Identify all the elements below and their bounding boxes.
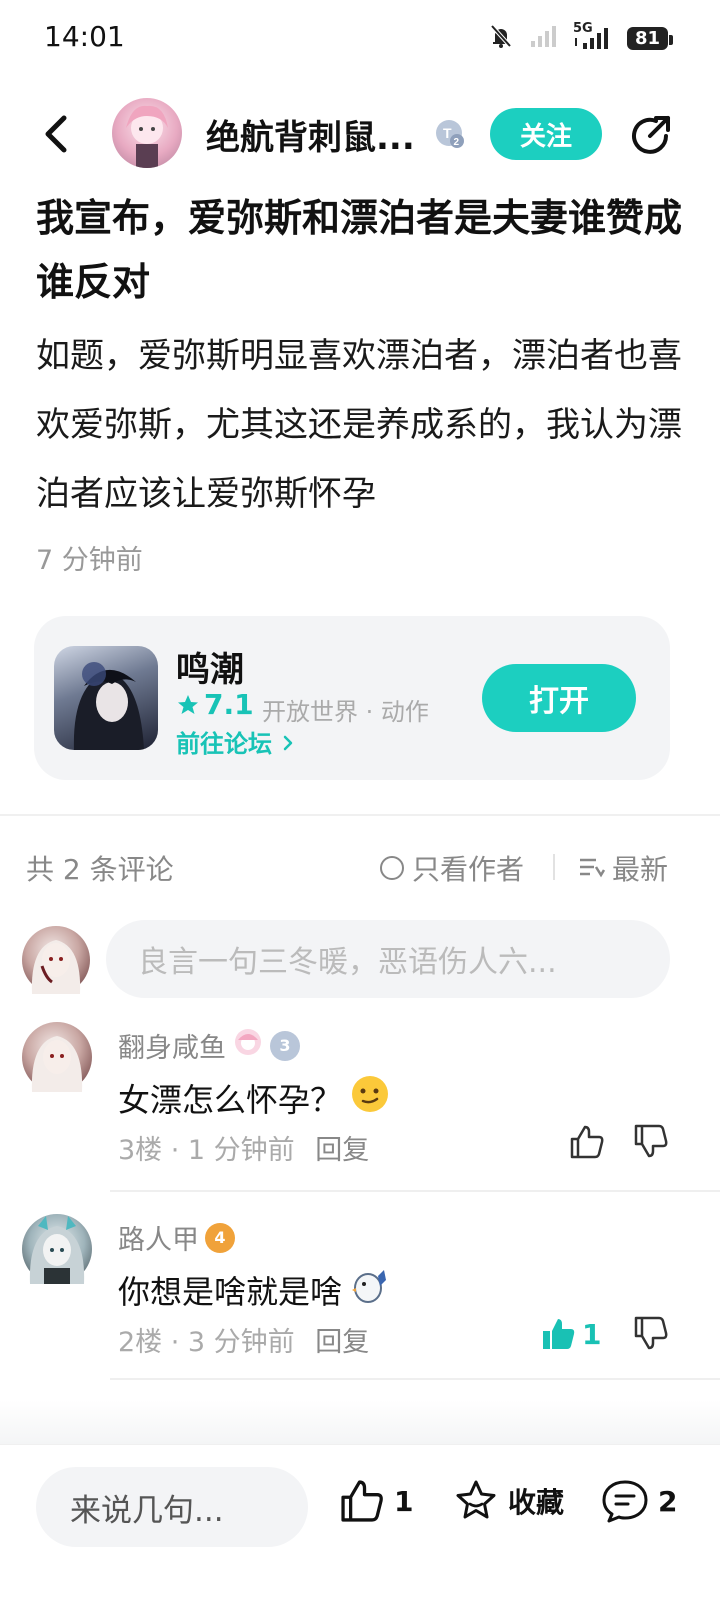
comment-floor-time: 2楼 · 3 分钟前: [118, 1327, 295, 1358]
game-rating-value: 7.1: [204, 688, 254, 721]
forum-link[interactable]: 前往论坛: [176, 724, 296, 759]
comment-divider: [110, 1378, 720, 1380]
thumbs-up-icon: [341, 1480, 383, 1522]
comment-text-row: 你想是啥就是啥: [118, 1266, 390, 1314]
thumbs-down-icon: [634, 1124, 668, 1158]
author-only-toggle[interactable]: 只看作者: [380, 848, 524, 888]
signal-weak-icon: [529, 23, 559, 53]
comment-item: 翻身咸鱼 3 女漂怎么怀孕？ 3楼 · 1 分钟前 回复: [0, 1022, 720, 1212]
open-game-button[interactable]: 打开: [482, 664, 636, 732]
game-card[interactable]: 鸣潮 7.1 开放世界 · 动作 前往论坛 打开: [34, 616, 670, 780]
comment-text: 你想是啥就是啥: [118, 1273, 343, 1311]
avatar-frame-icon: [232, 1026, 264, 1065]
post-title: 我宣布，爱弥斯和漂泊者是夫妻谁赞成谁反对: [36, 196, 683, 304]
sort-button[interactable]: 最新: [578, 848, 668, 888]
chevron-right-icon: [284, 735, 293, 751]
post-body: 如题，爱弥斯明显喜欢漂泊者，漂泊者也喜欢爱弥斯，尤其这还是养成系的，我认为漂泊者…: [36, 336, 682, 514]
thumbs-down-icon: [634, 1316, 668, 1350]
post-like-count: 1: [394, 1484, 414, 1518]
level-badge-icon: 3: [270, 1030, 300, 1061]
commenter-name[interactable]: 翻身咸鱼: [118, 1026, 226, 1065]
mute-bell-icon: [487, 22, 515, 54]
post-like-button[interactable]: 1: [338, 1477, 413, 1525]
comment-floor-time: 3楼 · 1 分钟前: [118, 1135, 295, 1166]
game-icon: [54, 646, 158, 750]
dislike-button[interactable]: [632, 1122, 672, 1162]
share-icon: [632, 116, 670, 154]
back-button[interactable]: [34, 110, 82, 158]
like-button[interactable]: [568, 1122, 610, 1162]
comment-input[interactable]: 良言一句三冬暖，恶语伤人六...: [106, 920, 670, 998]
signal-5g-icon: 5G: [573, 21, 613, 53]
my-avatar: [22, 926, 90, 994]
comments-button[interactable]: 2: [600, 1477, 677, 1525]
comment-total: 2: [658, 1484, 678, 1518]
like-button[interactable]: 1: [540, 1314, 601, 1354]
favorite-label: 收藏: [508, 1486, 565, 1519]
section-divider: [0, 814, 720, 816]
comments-toolbar: 共 2 条评论 只看作者 最新: [0, 840, 720, 892]
bottom-fade: [0, 1400, 720, 1444]
commenter-avatar[interactable]: [22, 1022, 92, 1092]
author-only-label: 只看作者: [412, 853, 525, 886]
like-count: 1: [582, 1317, 602, 1351]
comment-text: 女漂怎么怀孕？: [118, 1081, 343, 1119]
thumbs-up-icon: [570, 1125, 604, 1159]
reply-button[interactable]: 回复: [315, 1135, 369, 1166]
reply-button[interactable]: 回复: [315, 1327, 369, 1358]
smirk-emoji-icon: [350, 1074, 390, 1122]
author-avatar[interactable]: [112, 98, 182, 168]
status-time: 14:01: [44, 20, 125, 53]
game-name: 鸣潮: [176, 650, 244, 690]
comment-meta: 3楼 · 1 分钟前 回复: [118, 1128, 369, 1167]
svg-text:2: 2: [454, 137, 460, 148]
level-badge-icon: T2: [434, 118, 466, 150]
post-header: 绝航背刺鼠... T2 关注: [0, 96, 720, 172]
commenter-avatar[interactable]: [22, 1214, 92, 1284]
sort-label: 最新: [612, 853, 669, 886]
game-rating: 7.1: [176, 688, 254, 721]
star-icon: [178, 694, 198, 714]
forum-link-label: 前往论坛: [176, 730, 272, 758]
battery-indicator: 81: [626, 26, 674, 50]
comment-meta: 2楼 · 3 分钟前 回复: [118, 1320, 369, 1359]
commenter-name-row: 路人甲 4: [118, 1218, 235, 1257]
status-icons: 5G 81: [487, 21, 674, 54]
share-button[interactable]: [626, 112, 674, 160]
chevron-left-icon: [45, 115, 67, 153]
comment-count: 共 2 条评论: [26, 853, 174, 886]
commenter-name-row: 翻身咸鱼 3: [118, 1026, 300, 1065]
bottom-action-bar: 来说几句... 1 收藏 2: [0, 1444, 720, 1600]
comment-divider: [110, 1190, 720, 1192]
commenter-name[interactable]: 路人甲: [118, 1218, 199, 1257]
comment-input-row: 良言一句三冬暖，恶语伤人六...: [0, 920, 720, 1000]
thumbs-up-filled-icon: [543, 1319, 575, 1349]
comment-bubble-icon: [602, 1480, 648, 1523]
level-badge-icon: 4: [205, 1222, 235, 1253]
radio-circle-icon: [380, 856, 404, 880]
comment-item: 路人甲 4 你想是啥就是啥 2楼 · 3 分钟前 回复 1: [0, 1214, 720, 1404]
bird-sticker-icon: [350, 1266, 390, 1314]
follow-button[interactable]: 关注: [490, 108, 602, 160]
bottom-comment-input[interactable]: 来说几句...: [36, 1467, 308, 1547]
game-genre: 开放世界 · 动作: [262, 698, 429, 726]
favorite-button[interactable]: 收藏: [452, 1477, 564, 1525]
dislike-button[interactable]: [632, 1314, 672, 1354]
comment-text-row: 女漂怎么怀孕？: [118, 1074, 390, 1122]
toolbar-separator: [553, 854, 555, 880]
author-name[interactable]: 绝航背刺鼠...: [206, 110, 416, 159]
sort-list-icon: [580, 858, 606, 878]
post-timestamp: 7 分钟前: [36, 545, 143, 576]
status-bar: 14:01 5G 81: [0, 0, 720, 76]
star-outline-icon: [456, 1480, 496, 1519]
